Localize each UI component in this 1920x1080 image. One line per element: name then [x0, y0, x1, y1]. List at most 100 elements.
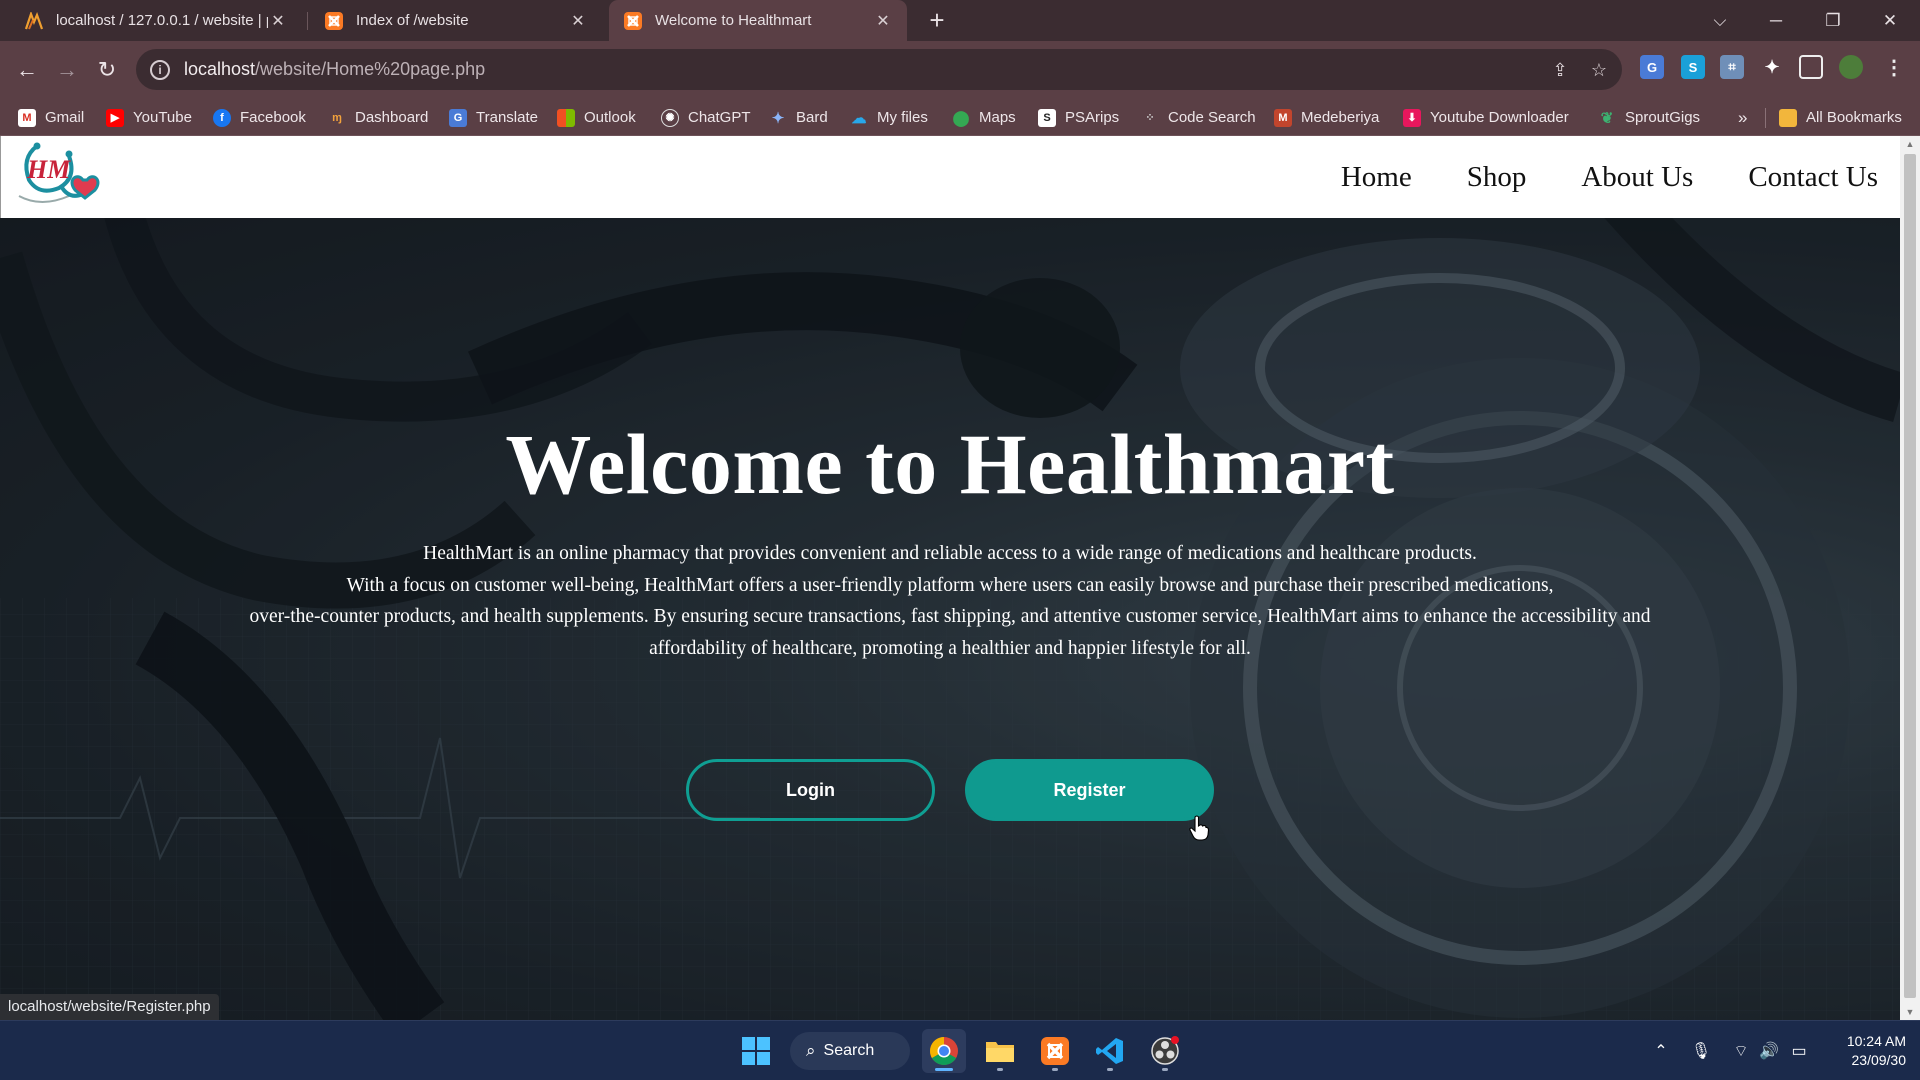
- site-nav: Home Shop About Us Contact Us: [1286, 136, 1878, 218]
- bookmark-medeberiya[interactable]: M Medeberiya: [1274, 99, 1379, 136]
- wifi-icon[interactable]: ⌔: [1730, 1041, 1752, 1063]
- close-window-icon[interactable]: ✕: [1862, 0, 1918, 41]
- page-scrollbar[interactable]: ▲ ▼: [1900, 136, 1920, 1020]
- bookmark-code-search[interactable]: ⁘ Code Search: [1141, 99, 1255, 136]
- google-translate-extension-icon[interactable]: G: [1640, 55, 1664, 79]
- all-bookmarks[interactable]: All Bookmarks: [1779, 99, 1902, 136]
- svg-text:HM: HM: [26, 155, 71, 184]
- reload-icon[interactable]: ↻: [90, 53, 124, 87]
- bookmark-psarips[interactable]: S PSArips: [1038, 99, 1119, 136]
- nav-shop-link[interactable]: Shop: [1467, 161, 1527, 194]
- dashboard-icon: ɱ: [332, 111, 342, 124]
- xampp-icon: [623, 11, 643, 31]
- tab-title: localhost / 127.0.0.1 / website | p: [56, 12, 268, 29]
- page-viewport: HM Home Shop About Us Contact Us Welcome…: [0, 136, 1920, 1020]
- xampp-taskbar-icon[interactable]: [1033, 1029, 1077, 1073]
- extensions-puzzle-icon[interactable]: ✦: [1760, 55, 1784, 79]
- screenshot-extension-icon[interactable]: S: [1681, 55, 1705, 79]
- tab-title: Index of /website: [356, 12, 469, 29]
- minimize-icon[interactable]: ─: [1748, 0, 1804, 41]
- running-indicator: [1107, 1068, 1113, 1071]
- taskbar-search[interactable]: ⌕ Search: [790, 1032, 910, 1070]
- side-panel-icon[interactable]: [1799, 55, 1823, 79]
- bookmark-dashboard[interactable]: ɱ Dashboard: [328, 99, 428, 136]
- close-icon[interactable]: ✕: [873, 11, 893, 31]
- site-info-icon[interactable]: i: [150, 59, 170, 80]
- tab-title: Welcome to Healthmart: [655, 12, 812, 29]
- vscode-taskbar-icon[interactable]: [1088, 1029, 1132, 1073]
- microphone-icon[interactable]: 🎙: [1690, 1041, 1712, 1063]
- nav-contact-link[interactable]: Contact Us: [1748, 161, 1878, 194]
- bookmark-youtube[interactable]: ▶ YouTube: [106, 99, 192, 136]
- running-indicator: [1162, 1068, 1168, 1071]
- extension-grid-icon[interactable]: ⌗: [1720, 55, 1744, 79]
- profile-avatar[interactable]: [1839, 55, 1863, 79]
- login-button[interactable]: Login: [686, 759, 935, 821]
- bookmark-chatgpt[interactable]: ✺ ChatGPT: [661, 99, 751, 136]
- new-tab-button[interactable]: +: [923, 6, 951, 34]
- menu-kebab-icon[interactable]: ⋮: [1882, 55, 1906, 79]
- file-explorer-taskbar-icon[interactable]: [978, 1029, 1022, 1073]
- bookmark-my-files[interactable]: ☁ My files: [850, 99, 928, 136]
- tab-search-chevron-icon[interactable]: ⌵: [1692, 0, 1748, 41]
- bookmark-sproutgigs[interactable]: ❦ SproutGigs: [1598, 99, 1700, 136]
- facebook-icon: f: [213, 108, 231, 127]
- hand-cursor-icon: [1189, 815, 1209, 841]
- hero-description: HealthMart is an online pharmacy that pr…: [249, 543, 1651, 659]
- volume-icon[interactable]: 🔊: [1758, 1041, 1780, 1063]
- bookmark-gmail[interactable]: M Gmail: [18, 99, 84, 136]
- scroll-up-arrow-icon[interactable]: ▲: [1900, 136, 1920, 152]
- windows-start-icon[interactable]: [734, 1029, 778, 1073]
- bard-icon: ✦: [771, 109, 785, 127]
- close-icon[interactable]: ✕: [268, 11, 288, 31]
- site-header: HM Home Shop About Us Contact Us: [0, 136, 1900, 218]
- address-bar[interactable]: i localhost/website/Home%20page.php ⇪ ☆: [136, 49, 1622, 90]
- translate-icon: G: [449, 108, 467, 127]
- healthmart-logo[interactable]: HM: [11, 138, 111, 216]
- nav-about-link[interactable]: About Us: [1581, 161, 1693, 194]
- bookmarks-bar: M Gmail ▶ YouTube f Facebook ɱ Dashboard G Tr…: [0, 99, 1920, 136]
- bookmark-maps[interactable]: ⬤ Maps: [952, 99, 1016, 136]
- register-button[interactable]: Register: [965, 759, 1214, 821]
- system-clock[interactable]: 10:24 AM 23/09/30: [1826, 1032, 1906, 1070]
- windows-taskbar: ⌕ Search ⌃ 🎙 ⌔ 🔊 ▭ 10:24 AM 23/09/30: [0, 1020, 1920, 1080]
- scroll-down-arrow-icon[interactable]: ▼: [1900, 1004, 1920, 1020]
- link-status-bar: localhost/website/Register.php: [0, 994, 219, 1020]
- nav-home-link[interactable]: Home: [1341, 161, 1412, 194]
- hero-title: Welcome to Healthmart: [505, 416, 1395, 512]
- hero-section: Welcome to Healthmart HealthMart is an o…: [0, 218, 1900, 1020]
- active-indicator: [935, 1068, 953, 1071]
- sproutgigs-icon: ❦: [1600, 109, 1614, 127]
- medeberiya-icon: M: [1274, 108, 1292, 127]
- tab-strip: localhost / 127.0.0.1 / website | p ✕ In…: [0, 0, 1920, 41]
- chrome-taskbar-icon[interactable]: [922, 1029, 966, 1073]
- bookmark-outlook[interactable]: Outlook: [557, 99, 636, 136]
- more-bookmarks-chevron[interactable]: »: [1738, 99, 1747, 136]
- restore-icon[interactable]: ❐: [1805, 0, 1861, 41]
- bookmark-star-icon[interactable]: ☆: [1588, 59, 1610, 81]
- bookmarks-separator: [1765, 108, 1766, 128]
- tab-separator: [307, 12, 308, 30]
- tab-welcome-healthmart[interactable]: Welcome to Healthmart ✕: [609, 0, 907, 41]
- tray-overflow-chevron-icon[interactable]: ⌃: [1650, 1041, 1672, 1063]
- battery-icon[interactable]: ▭: [1788, 1041, 1810, 1063]
- share-icon[interactable]: ⇪: [1549, 59, 1571, 81]
- maps-icon: ⬤: [952, 109, 970, 127]
- forward-arrow-icon[interactable]: →: [50, 53, 84, 87]
- back-arrow-icon[interactable]: ←: [10, 53, 44, 87]
- tab-phpmyadmin[interactable]: localhost / 127.0.0.1 / website | p ✕: [10, 0, 302, 41]
- scrollbar-thumb[interactable]: [1904, 154, 1916, 998]
- onedrive-icon: ☁: [851, 109, 867, 127]
- tab-index-website[interactable]: Index of /website ✕: [310, 0, 602, 41]
- chatgpt-icon: ✺: [661, 108, 679, 127]
- bookmark-bard[interactable]: ✦ Bard: [769, 99, 828, 136]
- gmail-icon: M: [18, 108, 36, 127]
- address-url: localhost/website/Home%20page.php: [184, 59, 486, 79]
- close-icon[interactable]: ✕: [568, 11, 588, 31]
- youtube-icon: ▶: [106, 108, 124, 127]
- bookmark-facebook[interactable]: f Facebook: [213, 99, 306, 136]
- folder-icon: [1779, 108, 1797, 127]
- bookmark-translate[interactable]: G Translate: [449, 99, 538, 136]
- bookmark-youtube-downloader[interactable]: ⬇ Youtube Downloader: [1403, 99, 1569, 136]
- obs-taskbar-icon[interactable]: [1143, 1029, 1187, 1073]
